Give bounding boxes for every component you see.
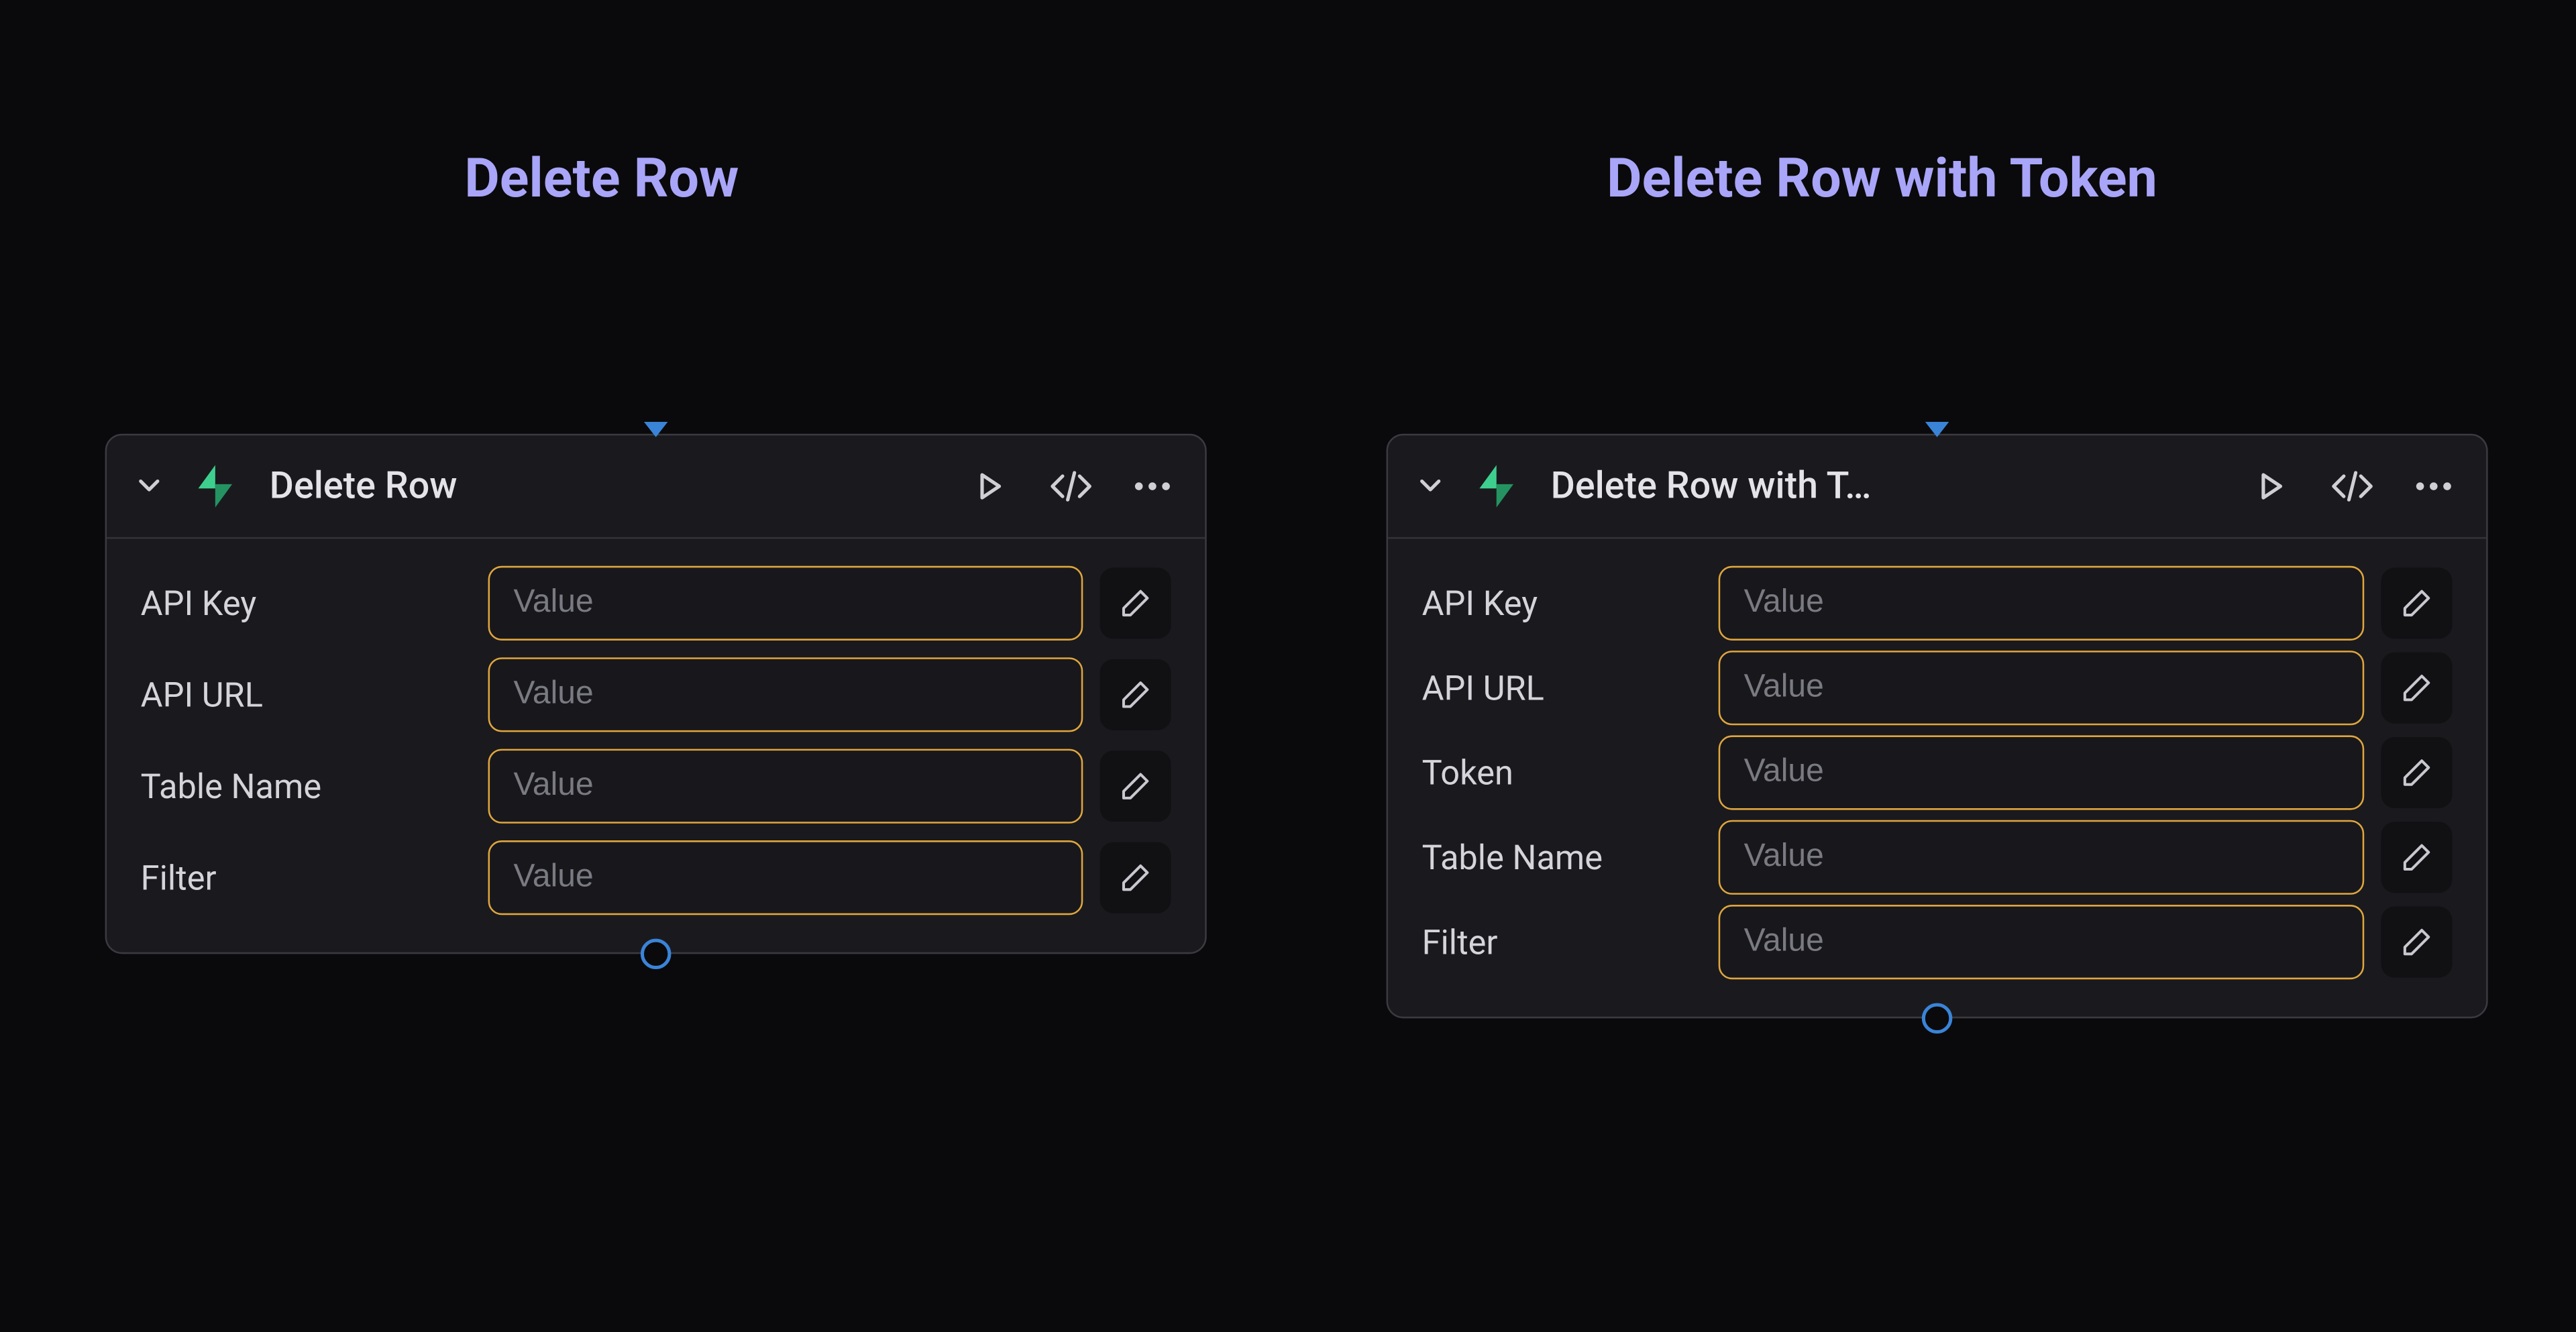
edit-button[interactable]	[1100, 842, 1171, 913]
code-button[interactable]	[1049, 464, 1093, 508]
output-port[interactable]	[641, 939, 671, 969]
node-delete-row[interactable]: Delete Row	[105, 434, 1207, 954]
supabase-logo-icon	[188, 459, 242, 514]
pencil-icon	[2402, 673, 2432, 703]
code-icon	[1049, 471, 1093, 501]
field-row-api-key: API Key	[141, 566, 1171, 641]
filter-input[interactable]	[1719, 905, 2365, 979]
pencil-icon	[1120, 588, 1150, 618]
filter-input[interactable]	[488, 840, 1083, 915]
edit-button[interactable]	[1100, 659, 1171, 730]
table-name-input[interactable]	[1719, 820, 2365, 895]
edit-button[interactable]	[2381, 653, 2452, 724]
node-body: API Key API URL Table Name	[107, 539, 1205, 952]
node-delete-row-with-token[interactable]: Delete Row with T…	[1387, 434, 2488, 1019]
more-button[interactable]	[1130, 464, 1175, 508]
token-input[interactable]	[1719, 735, 2365, 810]
field-label: API Key	[1422, 583, 1702, 624]
node-title: Delete Row	[263, 465, 948, 507]
edit-button[interactable]	[2381, 567, 2452, 639]
node-header-actions	[2249, 464, 2455, 508]
field-row-token: Token	[1422, 735, 2453, 810]
collapse-toggle[interactable]	[1411, 467, 1449, 505]
pencil-icon	[1120, 771, 1150, 801]
play-icon	[2256, 471, 2286, 501]
pencil-icon	[2402, 588, 2432, 618]
field-row-table-name: Table Name	[1422, 820, 2453, 895]
edit-button[interactable]	[2381, 737, 2452, 808]
field-label: Filter	[1422, 922, 1702, 962]
caret-down-icon	[1420, 480, 1440, 493]
api-key-input[interactable]	[488, 566, 1083, 641]
table-name-input[interactable]	[488, 749, 1083, 824]
output-port[interactable]	[1922, 1003, 1952, 1034]
supabase-logo-icon	[1469, 459, 1523, 514]
field-label: API URL	[1422, 667, 1702, 708]
edit-button[interactable]	[2381, 907, 2452, 978]
code-button[interactable]	[2330, 464, 2375, 508]
pencil-icon	[1120, 863, 1150, 893]
node-title: Delete Row with T…	[1544, 465, 2229, 507]
edit-button[interactable]	[2381, 822, 2452, 893]
play-icon	[975, 471, 1005, 501]
field-row-table-name: Table Name	[141, 749, 1171, 824]
code-icon	[2330, 471, 2375, 501]
pencil-icon	[2402, 842, 2432, 873]
ellipsis-icon	[1134, 481, 1171, 491]
collapse-toggle[interactable]	[131, 467, 168, 505]
field-label: Table Name	[141, 766, 472, 807]
api-url-input[interactable]	[1719, 651, 2365, 725]
section-title-left: Delete Row	[464, 146, 739, 210]
node-body: API Key API URL Token	[1388, 539, 2486, 1016]
field-row-filter: Filter	[1422, 905, 2453, 979]
input-port[interactable]	[1925, 422, 1949, 437]
field-label: Token	[1422, 753, 1702, 793]
field-label: Filter	[141, 857, 472, 898]
field-label: API URL	[141, 674, 472, 715]
field-label: Table Name	[1422, 837, 1702, 878]
field-row-filter: Filter	[141, 840, 1171, 915]
field-label: API Key	[141, 583, 472, 624]
node-header: Delete Row	[107, 435, 1205, 539]
field-row-api-url: API URL	[141, 657, 1171, 732]
ellipsis-icon	[2415, 481, 2453, 491]
node-header: Delete Row with T…	[1388, 435, 2486, 539]
run-button[interactable]	[2249, 464, 2293, 508]
caret-down-icon	[139, 480, 159, 493]
api-url-input[interactable]	[488, 657, 1083, 732]
pencil-icon	[1120, 679, 1150, 710]
section-title-right: Delete Row with Token	[1607, 146, 2157, 210]
more-button[interactable]	[2412, 464, 2456, 508]
input-port[interactable]	[644, 422, 667, 437]
pencil-icon	[2402, 757, 2432, 787]
api-key-input[interactable]	[1719, 566, 2365, 641]
node-header-actions	[968, 464, 1175, 508]
field-row-api-url: API URL	[1422, 651, 2453, 725]
edit-button[interactable]	[1100, 751, 1171, 822]
run-button[interactable]	[968, 464, 1012, 508]
edit-button[interactable]	[1100, 567, 1171, 639]
pencil-icon	[2402, 927, 2432, 957]
field-row-api-key: API Key	[1422, 566, 2453, 641]
